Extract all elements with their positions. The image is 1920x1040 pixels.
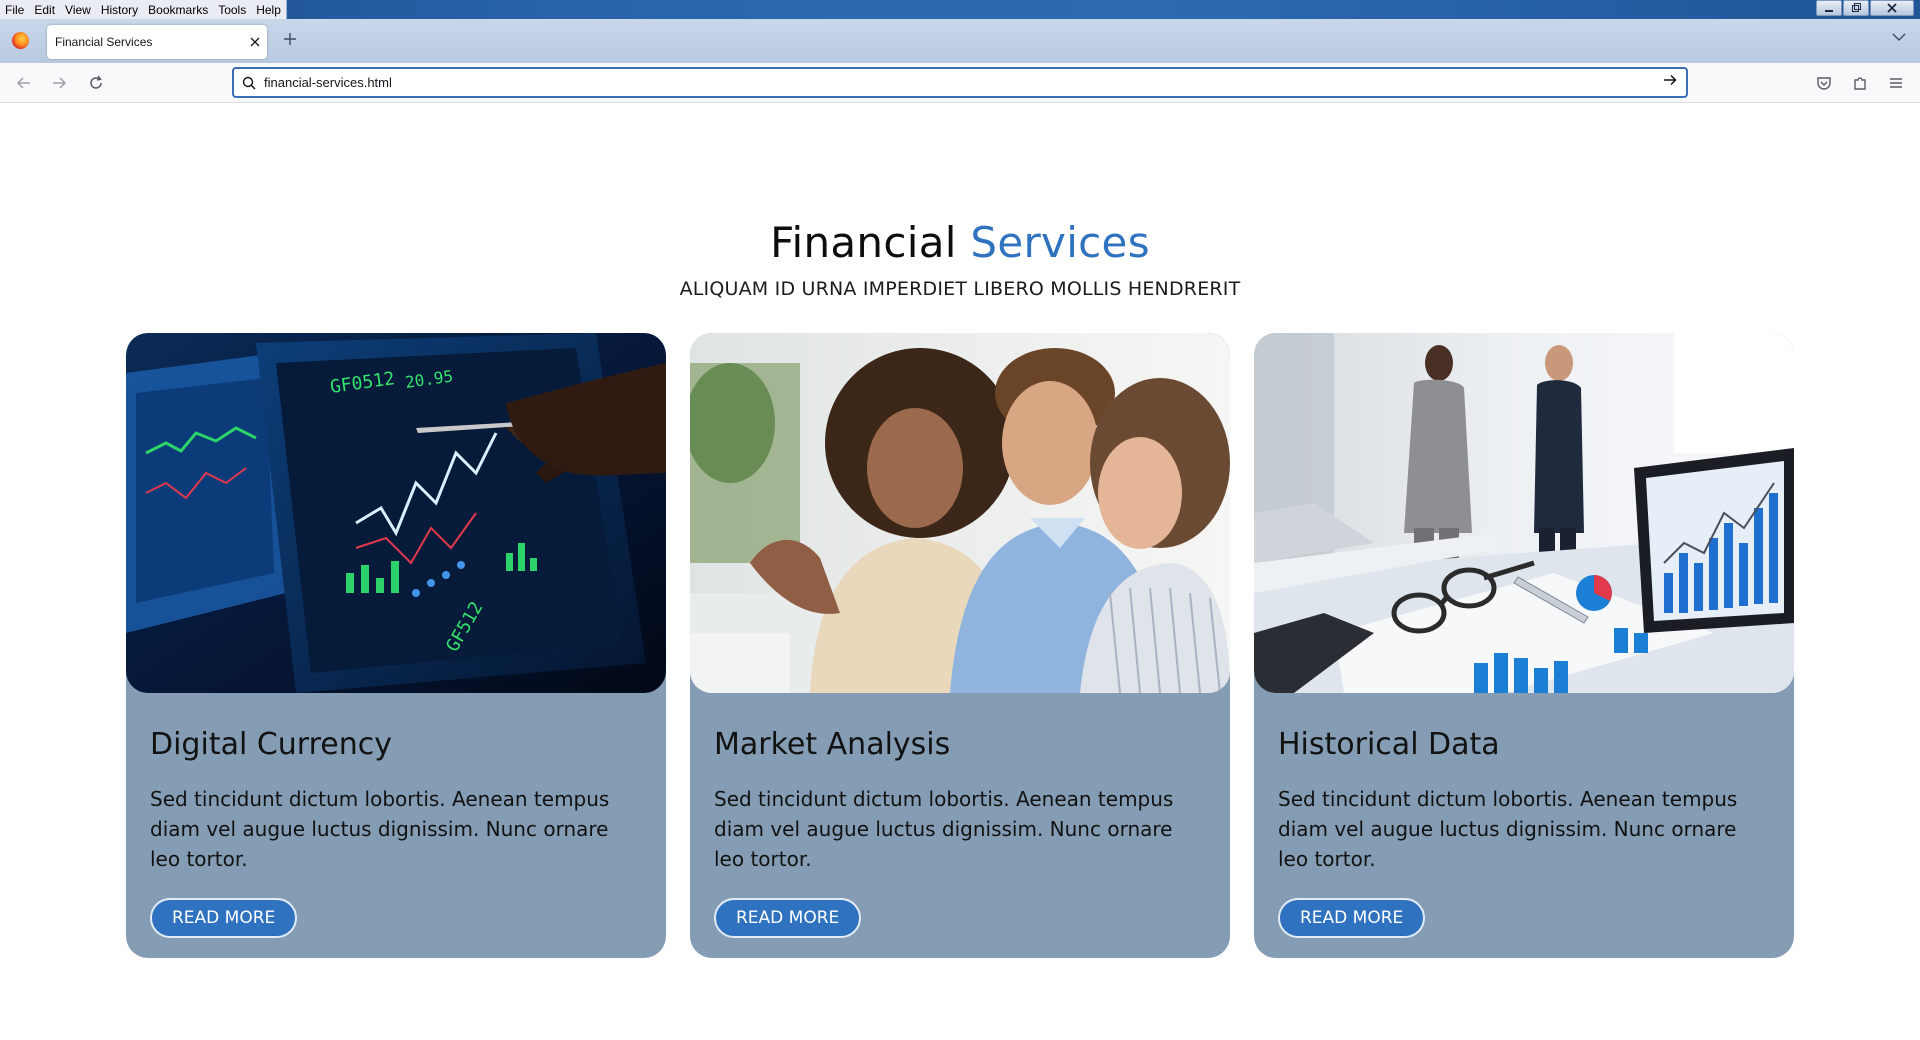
close-icon (250, 37, 260, 46)
firefox-icon (12, 32, 29, 49)
extensions-button[interactable] (1850, 73, 1870, 93)
minimize-button[interactable] (1816, 0, 1842, 16)
pocket-button[interactable] (1814, 73, 1834, 93)
digital-currency-image: GF0512 20.95 GF512 (126, 333, 666, 693)
extensions-icon (1854, 77, 1866, 90)
card-title: Digital Currency (150, 727, 392, 762)
close-icon (1887, 3, 1897, 13)
card-title: Market Analysis (714, 727, 951, 762)
page-title-main: Financial (770, 218, 957, 267)
restore-icon (1852, 3, 1861, 12)
card-description: Sed tincidunt dictum lobortis. Aenean te… (150, 787, 610, 871)
plus-icon (284, 33, 296, 45)
menu-history[interactable]: History (96, 0, 143, 19)
url-search-area (234, 76, 264, 90)
card-title: Historical Data (1278, 727, 1500, 762)
minimize-icon (1825, 10, 1833, 12)
tab-title: Financial Services (55, 35, 153, 49)
card-description: Sed tincidunt dictum lobortis. Aenean te… (1278, 787, 1738, 871)
forward-button[interactable] (48, 72, 70, 94)
menu-bookmarks[interactable]: Bookmarks (143, 0, 213, 19)
reload-icon (90, 75, 102, 89)
navigation-toolbar: financial-services.html (0, 63, 1920, 103)
url-bar[interactable]: financial-services.html (232, 67, 1688, 98)
read-more-button[interactable]: READ MORE (714, 898, 862, 938)
tab-financial-services[interactable]: Financial Services (47, 25, 267, 59)
hamburger-menu-icon (1890, 78, 1902, 88)
read-more-button[interactable]: READ MORE (150, 898, 298, 938)
window-close-button[interactable] (1870, 0, 1914, 16)
page-title: Financial Services (0, 218, 1920, 267)
menu-file[interactable]: File (0, 0, 29, 19)
menu-items: File Edit View History Bookmarks Tools H… (0, 0, 287, 19)
menu-tools[interactable]: Tools (213, 0, 251, 19)
tab-strip: Financial Services (0, 19, 1920, 63)
pocket-icon (1817, 77, 1831, 90)
page-title-accent: Services (970, 218, 1150, 267)
service-card-historical-data: Historical Data Sed tincidunt dictum lob… (1254, 333, 1794, 958)
list-all-tabs-button[interactable] (1890, 31, 1908, 49)
service-card-market-analysis: Market Analysis Sed tincidunt dictum lob… (690, 333, 1230, 958)
chevron-down-icon (1892, 33, 1906, 41)
back-button[interactable] (13, 72, 35, 94)
card-body: Historical Data Sed tincidunt dictum lob… (1254, 693, 1794, 938)
new-tab-button[interactable] (280, 31, 300, 51)
restore-button[interactable] (1843, 0, 1869, 16)
search-icon (242, 76, 256, 90)
read-more-button[interactable]: READ MORE (1278, 898, 1426, 938)
page-subtitle: ALIQUAM ID URNA IMPERDIET LIBERO MOLLIS … (679, 278, 1241, 300)
reload-button[interactable] (85, 72, 107, 94)
historical-data-image (1254, 333, 1794, 693)
service-cards: GF0512 20.95 GF512 Digital Currency Sed … (126, 333, 1794, 958)
forward-arrow-icon (53, 77, 67, 89)
menu-view[interactable]: View (60, 0, 96, 19)
card-description: Sed tincidunt dictum lobortis. Aenean te… (714, 787, 1174, 871)
window-controls (1816, 0, 1914, 16)
go-arrow-icon (1664, 74, 1677, 86)
menu-help[interactable]: Help (251, 0, 286, 19)
page-content: Financial Services ALIQUAM ID URNA IMPER… (0, 104, 1920, 1040)
url-input[interactable]: financial-services.html (264, 75, 1654, 90)
close-tab-button[interactable] (243, 34, 267, 51)
back-arrow-icon (16, 77, 30, 89)
menu-bar: File Edit View History Bookmarks Tools H… (0, 0, 1920, 19)
app-menu-button[interactable] (1886, 73, 1906, 93)
market-analysis-image (690, 333, 1230, 693)
card-body: Digital Currency Sed tincidunt dictum lo… (126, 693, 666, 938)
service-card-digital-currency: GF0512 20.95 GF512 Digital Currency Sed … (126, 333, 666, 958)
card-body: Market Analysis Sed tincidunt dictum lob… (690, 693, 1230, 938)
menu-edit[interactable]: Edit (29, 0, 60, 19)
go-button[interactable] (1654, 72, 1686, 93)
